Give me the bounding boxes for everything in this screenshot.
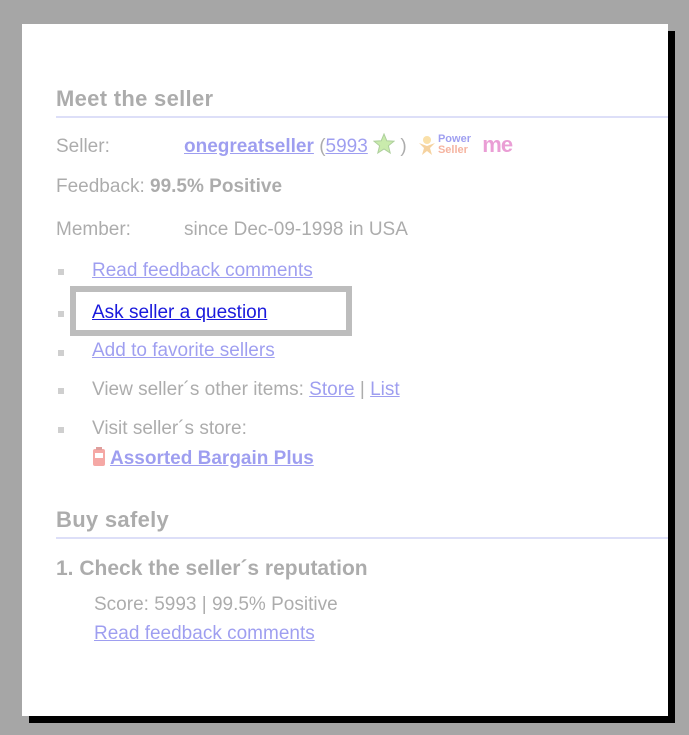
seller-name-link[interactable]: onegreatseller [184, 136, 314, 157]
member-row: Member: since Dec-09-1998 in USA [56, 219, 408, 241]
reputation-step-title: 1. Check the seller´s reputation [56, 557, 368, 580]
read-feedback-link[interactable]: Read feedback comments [92, 260, 313, 282]
store-name-row[interactable]: Assorted Bargain Plus [92, 446, 314, 470]
green-star-icon[interactable] [372, 132, 396, 161]
section-divider [56, 537, 668, 539]
add-favorite-link[interactable]: Add to favorite sellers [92, 340, 275, 362]
store-name-link: Assorted Bargain Plus [110, 448, 314, 469]
read-feedback-link-2[interactable]: Read feedback comments [94, 623, 315, 645]
power-seller-text: Power Seller [437, 133, 471, 156]
seller-info-panel: Meet the seller Seller: onegreatseller (5… [22, 24, 668, 716]
close-paren: ) [400, 136, 407, 157]
me-logo-icon[interactable]: me [482, 132, 513, 158]
seller-row: Seller: onegreatseller (5993 ) Power Selle… [56, 132, 513, 162]
visit-store-label: Visit seller´s store: [92, 418, 247, 439]
ask-question-link[interactable]: Ask seller a question [92, 302, 267, 324]
seller-label: Seller: [56, 136, 110, 157]
feedback-label: Feedback: [56, 176, 145, 197]
store-icon [92, 446, 106, 468]
power-seller-icon[interactable] [416, 134, 438, 162]
other-items-row: View seller´s other items: Store | List [92, 379, 400, 400]
store-link[interactable]: Store [309, 379, 354, 400]
score-summary: Score: 5993 | 99.5% Positive [94, 594, 338, 615]
section-divider [56, 116, 668, 118]
bullet-icon [58, 311, 64, 317]
member-since: since Dec-09-1998 in USA [184, 219, 408, 240]
meet-seller-heading: Meet the seller [56, 86, 214, 111]
ask-question-highlight: Ask seller a question [70, 286, 352, 336]
bullet-icon [58, 269, 64, 275]
bullet-icon [58, 350, 64, 356]
bullet-icon [58, 427, 64, 433]
member-label: Member: [56, 219, 131, 240]
bullet-icon [58, 388, 64, 394]
list-link[interactable]: List [370, 379, 400, 400]
feedback-score-link[interactable]: 5993 [326, 136, 368, 157]
feedback-value: 99.5% Positive [150, 176, 283, 197]
feedback-row: Feedback: 99.5% Positive [56, 176, 282, 198]
buy-safely-heading: Buy safely [56, 507, 170, 532]
